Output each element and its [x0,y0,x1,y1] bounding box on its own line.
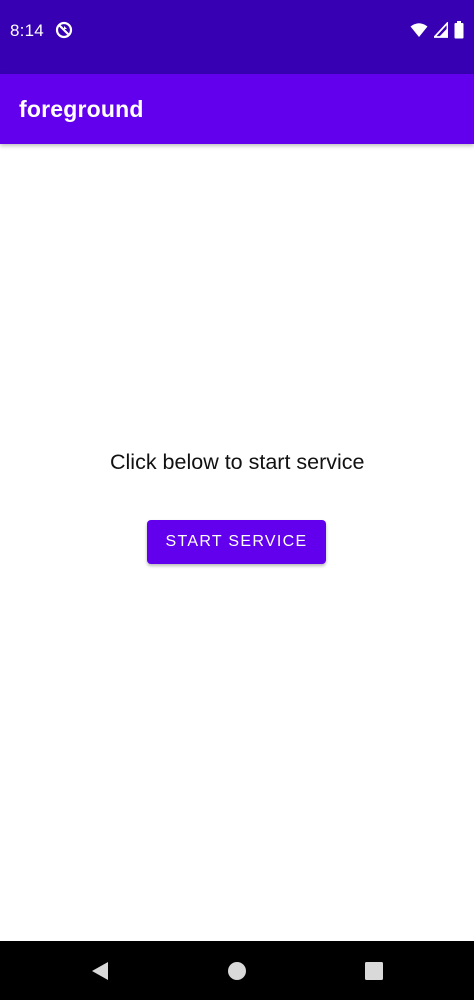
battery-icon [454,21,464,39]
status-bar: 8:14 [0,0,474,74]
wifi-icon [410,23,428,37]
screen: 8:14 foreground Click below to start ser… [0,0,474,1000]
app-bar: foreground [0,74,474,144]
cellular-signal-icon [434,22,448,38]
app-title: foreground [19,96,144,122]
home-icon[interactable] [227,961,247,981]
back-icon[interactable] [90,961,110,981]
status-icons [410,20,464,40]
recents-icon[interactable] [364,961,384,981]
main-content: Click below to start service START SERVI… [0,144,474,941]
instruction-text: Click below to start service [110,450,365,474]
navigation-bar [0,941,474,1000]
sync-disabled-icon [55,21,73,39]
status-time: 8:14 [10,21,44,40]
start-service-button[interactable]: START SERVICE [147,520,326,564]
